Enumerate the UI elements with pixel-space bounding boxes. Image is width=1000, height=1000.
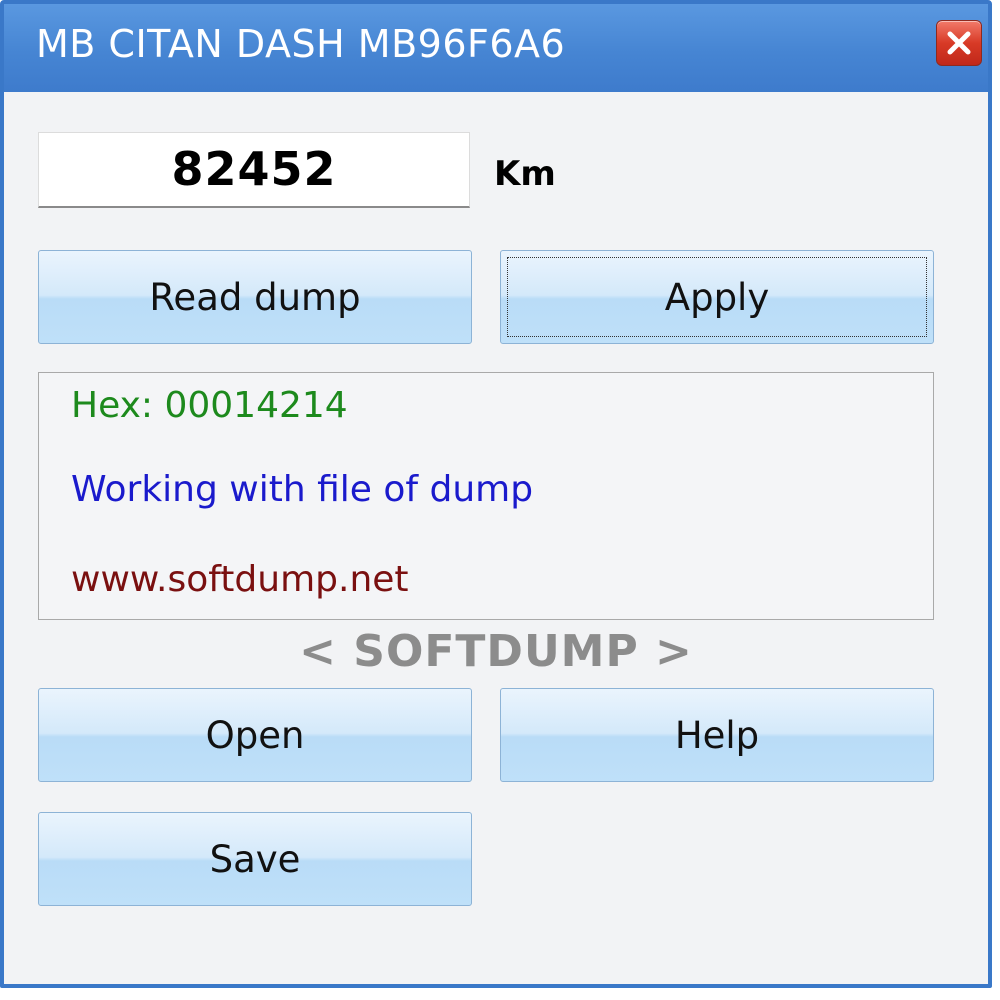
save-label: Save — [209, 837, 301, 881]
read-dump-button[interactable]: Read dump — [38, 250, 472, 344]
info-panel: Hex: 00014214 Working with file of dump … — [38, 372, 934, 620]
app-window: MB CITAN DASH MB96F6A6 82452 Km Read dum… — [0, 0, 992, 988]
close-icon — [947, 31, 971, 55]
window-title: MB CITAN DASH MB96F6A6 — [36, 22, 566, 66]
open-button[interactable]: Open — [38, 688, 472, 782]
apply-label: Apply — [664, 275, 770, 319]
read-dump-label: Read dump — [149, 275, 361, 319]
hex-value-text: Hex: 00014214 — [71, 385, 348, 426]
apply-button[interactable]: Apply — [500, 250, 934, 344]
help-button[interactable]: Help — [500, 688, 934, 782]
client-area: 82452 Km Read dump Apply Hex: 00014214 W… — [4, 92, 988, 984]
close-button[interactable] — [936, 20, 982, 66]
website-link[interactable]: www.softdump.net — [71, 559, 409, 600]
status-text: Working with file of dump — [71, 469, 534, 510]
open-label: Open — [205, 713, 305, 757]
save-button[interactable]: Save — [38, 812, 472, 906]
mileage-unit-label: Km — [494, 154, 556, 194]
brand-label: < SOFTDUMP > — [299, 626, 693, 677]
title-bar[interactable]: MB CITAN DASH MB96F6A6 — [4, 4, 988, 92]
help-label: Help — [674, 713, 760, 757]
mileage-input[interactable]: 82452 — [38, 132, 470, 208]
